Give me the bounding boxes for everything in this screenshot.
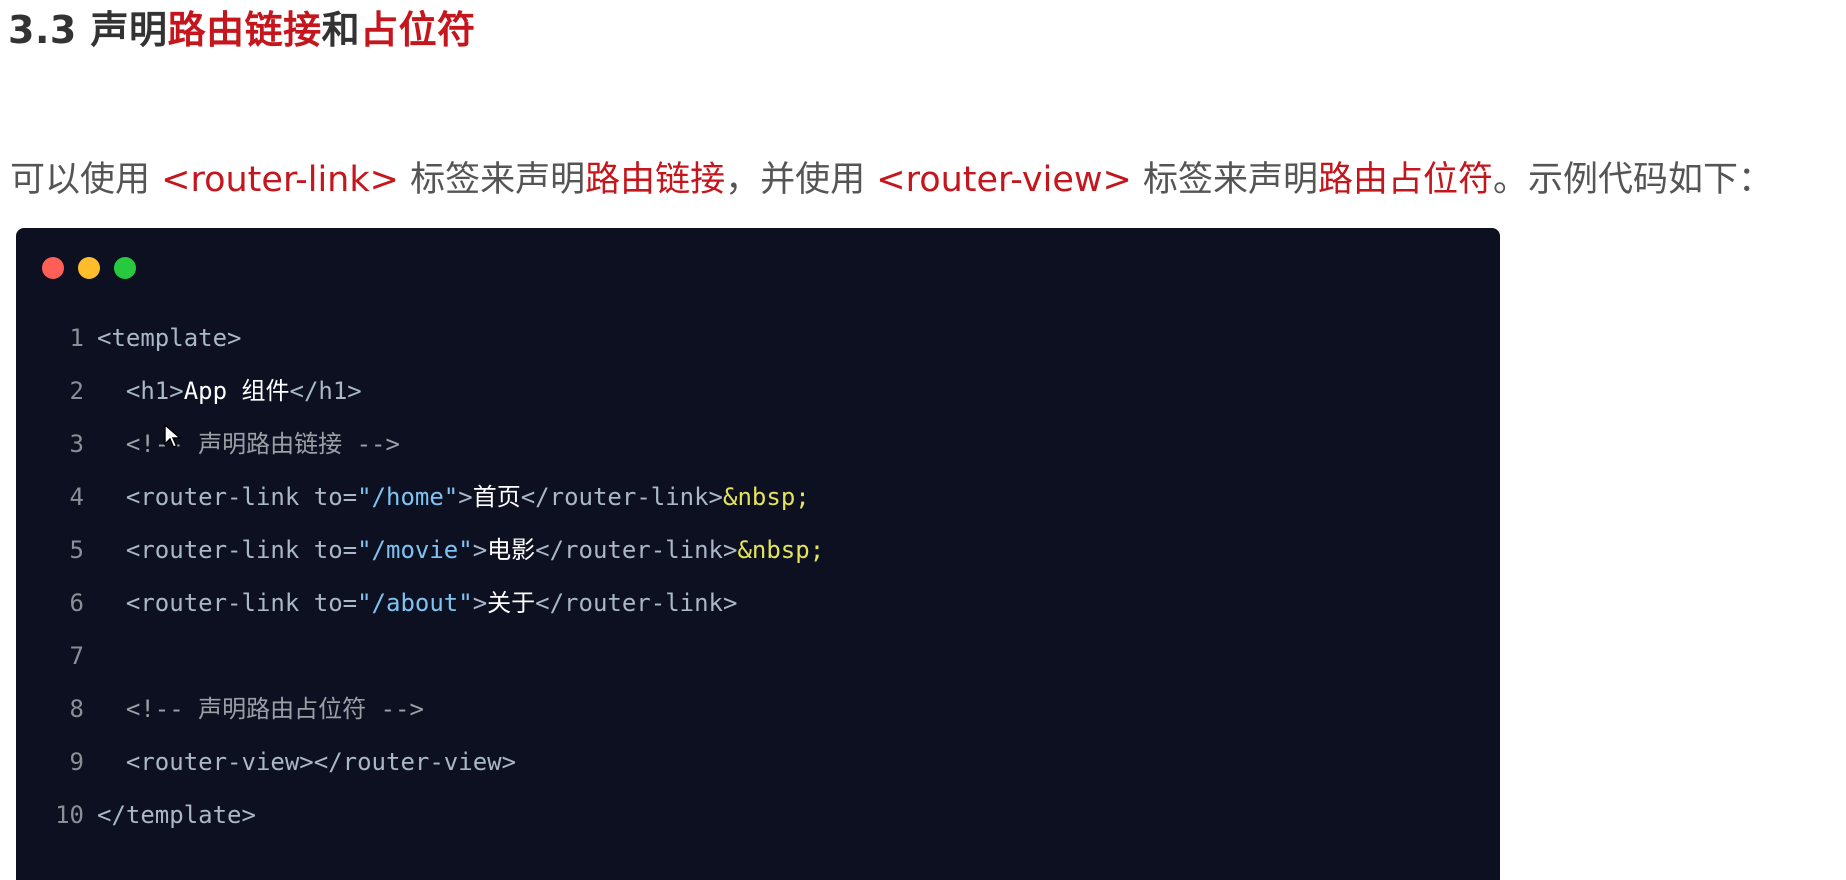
code-text: 首页 [472,483,521,511]
heading-part-1: 声明 [90,8,168,52]
para-text-2: 标签来声明 [398,160,586,200]
close-dot-icon [42,257,64,279]
code-line: 9 <router-view></router-view> [0,742,1400,782]
code-close-tag: </router-view> [313,748,517,776]
code-open-tag: <h1> [125,377,184,405]
code-tag-end: > [472,536,488,564]
code-close-tag: </router-link> [535,536,738,564]
code-string: "/movie" [357,536,473,564]
code-tag-end: > [472,589,488,617]
code-line: 7 [0,636,1400,676]
line-number: 2 [69,377,84,405]
para-text-4: 标签来声明 [1131,160,1318,200]
code-open-tag: <router-link [125,589,314,617]
code-source: <!-- 声明路由占位符 --> [97,689,424,729]
heading-accent-placeholder: 占位符 [360,8,476,52]
code-text: 电影 [487,536,536,564]
line-number: 6 [69,589,84,617]
line-number: 4 [69,483,84,511]
code-open-tag: <router-view> [125,748,314,776]
code-line: 3 <!-- 声明路由链接 --> [0,424,1400,464]
code-tag: </template> [97,801,256,829]
para-tag-router-link: <router-link> [161,160,399,200]
window-controls [42,257,136,279]
para-text-1: 可以使用 [10,160,162,200]
code-source: <!-- 声明路由链接 --> [97,424,400,464]
line-number: 9 [69,748,84,776]
line-number: 1 [69,324,84,352]
section-heading: 3.3 声明路由链接和占位符 [8,2,476,58]
code-open-tag: <router-link [125,483,314,511]
code-close-tag: </router-link> [535,589,738,617]
heading-number: 3.3 [8,8,91,52]
maximize-dot-icon [114,257,136,279]
code-entity: &nbsp; [737,536,825,564]
code-attribute: to= [313,536,358,564]
code-text: App 组件 [183,377,290,405]
page: 3.3 声明路由链接和占位符 可以使用 <router-link> 标签来声明路… [0,0,1846,880]
code-source: </template> [97,795,256,835]
code-attribute: to= [313,483,358,511]
code-line: 6 <router-link to="/about">关于</router-li… [0,583,1400,623]
code-source: <router-link to="/movie">电影</router-link… [97,530,824,570]
code-source: <router-link to="/home">首页</router-link>… [97,477,810,517]
code-open-tag: <router-link [125,536,314,564]
code-string: "/home" [357,483,459,511]
code-source: <template> [97,318,242,358]
code-line: 5 <router-link to="/movie">电影</router-li… [0,530,1400,570]
para-accent-route-placeholder: 路由占位符 [1317,160,1493,200]
code-source: <h1>App 组件</h1> [97,371,362,411]
line-number: 7 [69,642,84,670]
code-attribute: to= [313,589,358,617]
code-source: <router-link to="/about">关于</router-link… [97,583,738,623]
line-number: 10 [55,801,84,829]
code-string: "/about" [357,589,473,617]
mouse-cursor-icon [164,423,182,448]
para-accent-route-link: 路由链接 [585,160,726,200]
code-close-tag: </h1> [289,377,362,405]
code-source: <router-view></router-view> [97,742,516,782]
code-tag-end: > [458,483,473,511]
para-text-3: ，并使用 [725,160,877,200]
para-text-5: 。示例代码如下： [1492,160,1773,200]
line-number: 8 [69,695,84,723]
para-tag-router-view: <router-view> [876,160,1132,200]
line-number: 3 [69,430,84,458]
intro-paragraph: 可以使用 <router-link> 标签来声明路由链接，并使用 <router… [10,152,1773,208]
code-tag: <template> [97,324,242,352]
code-close-tag: </router-link> [520,483,724,511]
code-comment: <!-- 声明路由占位符 --> [125,695,424,723]
code-line: 2 <h1>App 组件</h1> [0,371,1400,411]
code-line: 10 </template> [0,795,1400,835]
line-number: 5 [69,536,84,564]
code-text: 关于 [487,589,536,617]
code-line: 1 <template> [0,318,1400,358]
heading-accent-route-link: 路由链接 [167,8,322,52]
minimize-dot-icon [78,257,100,279]
heading-part-3: 和 [321,8,361,52]
code-line: 8 <!-- 声明路由占位符 --> [0,689,1400,729]
code-line: 4 <router-link to="/home">首页</router-lin… [0,477,1400,517]
code-entity: &nbsp; [723,483,810,511]
